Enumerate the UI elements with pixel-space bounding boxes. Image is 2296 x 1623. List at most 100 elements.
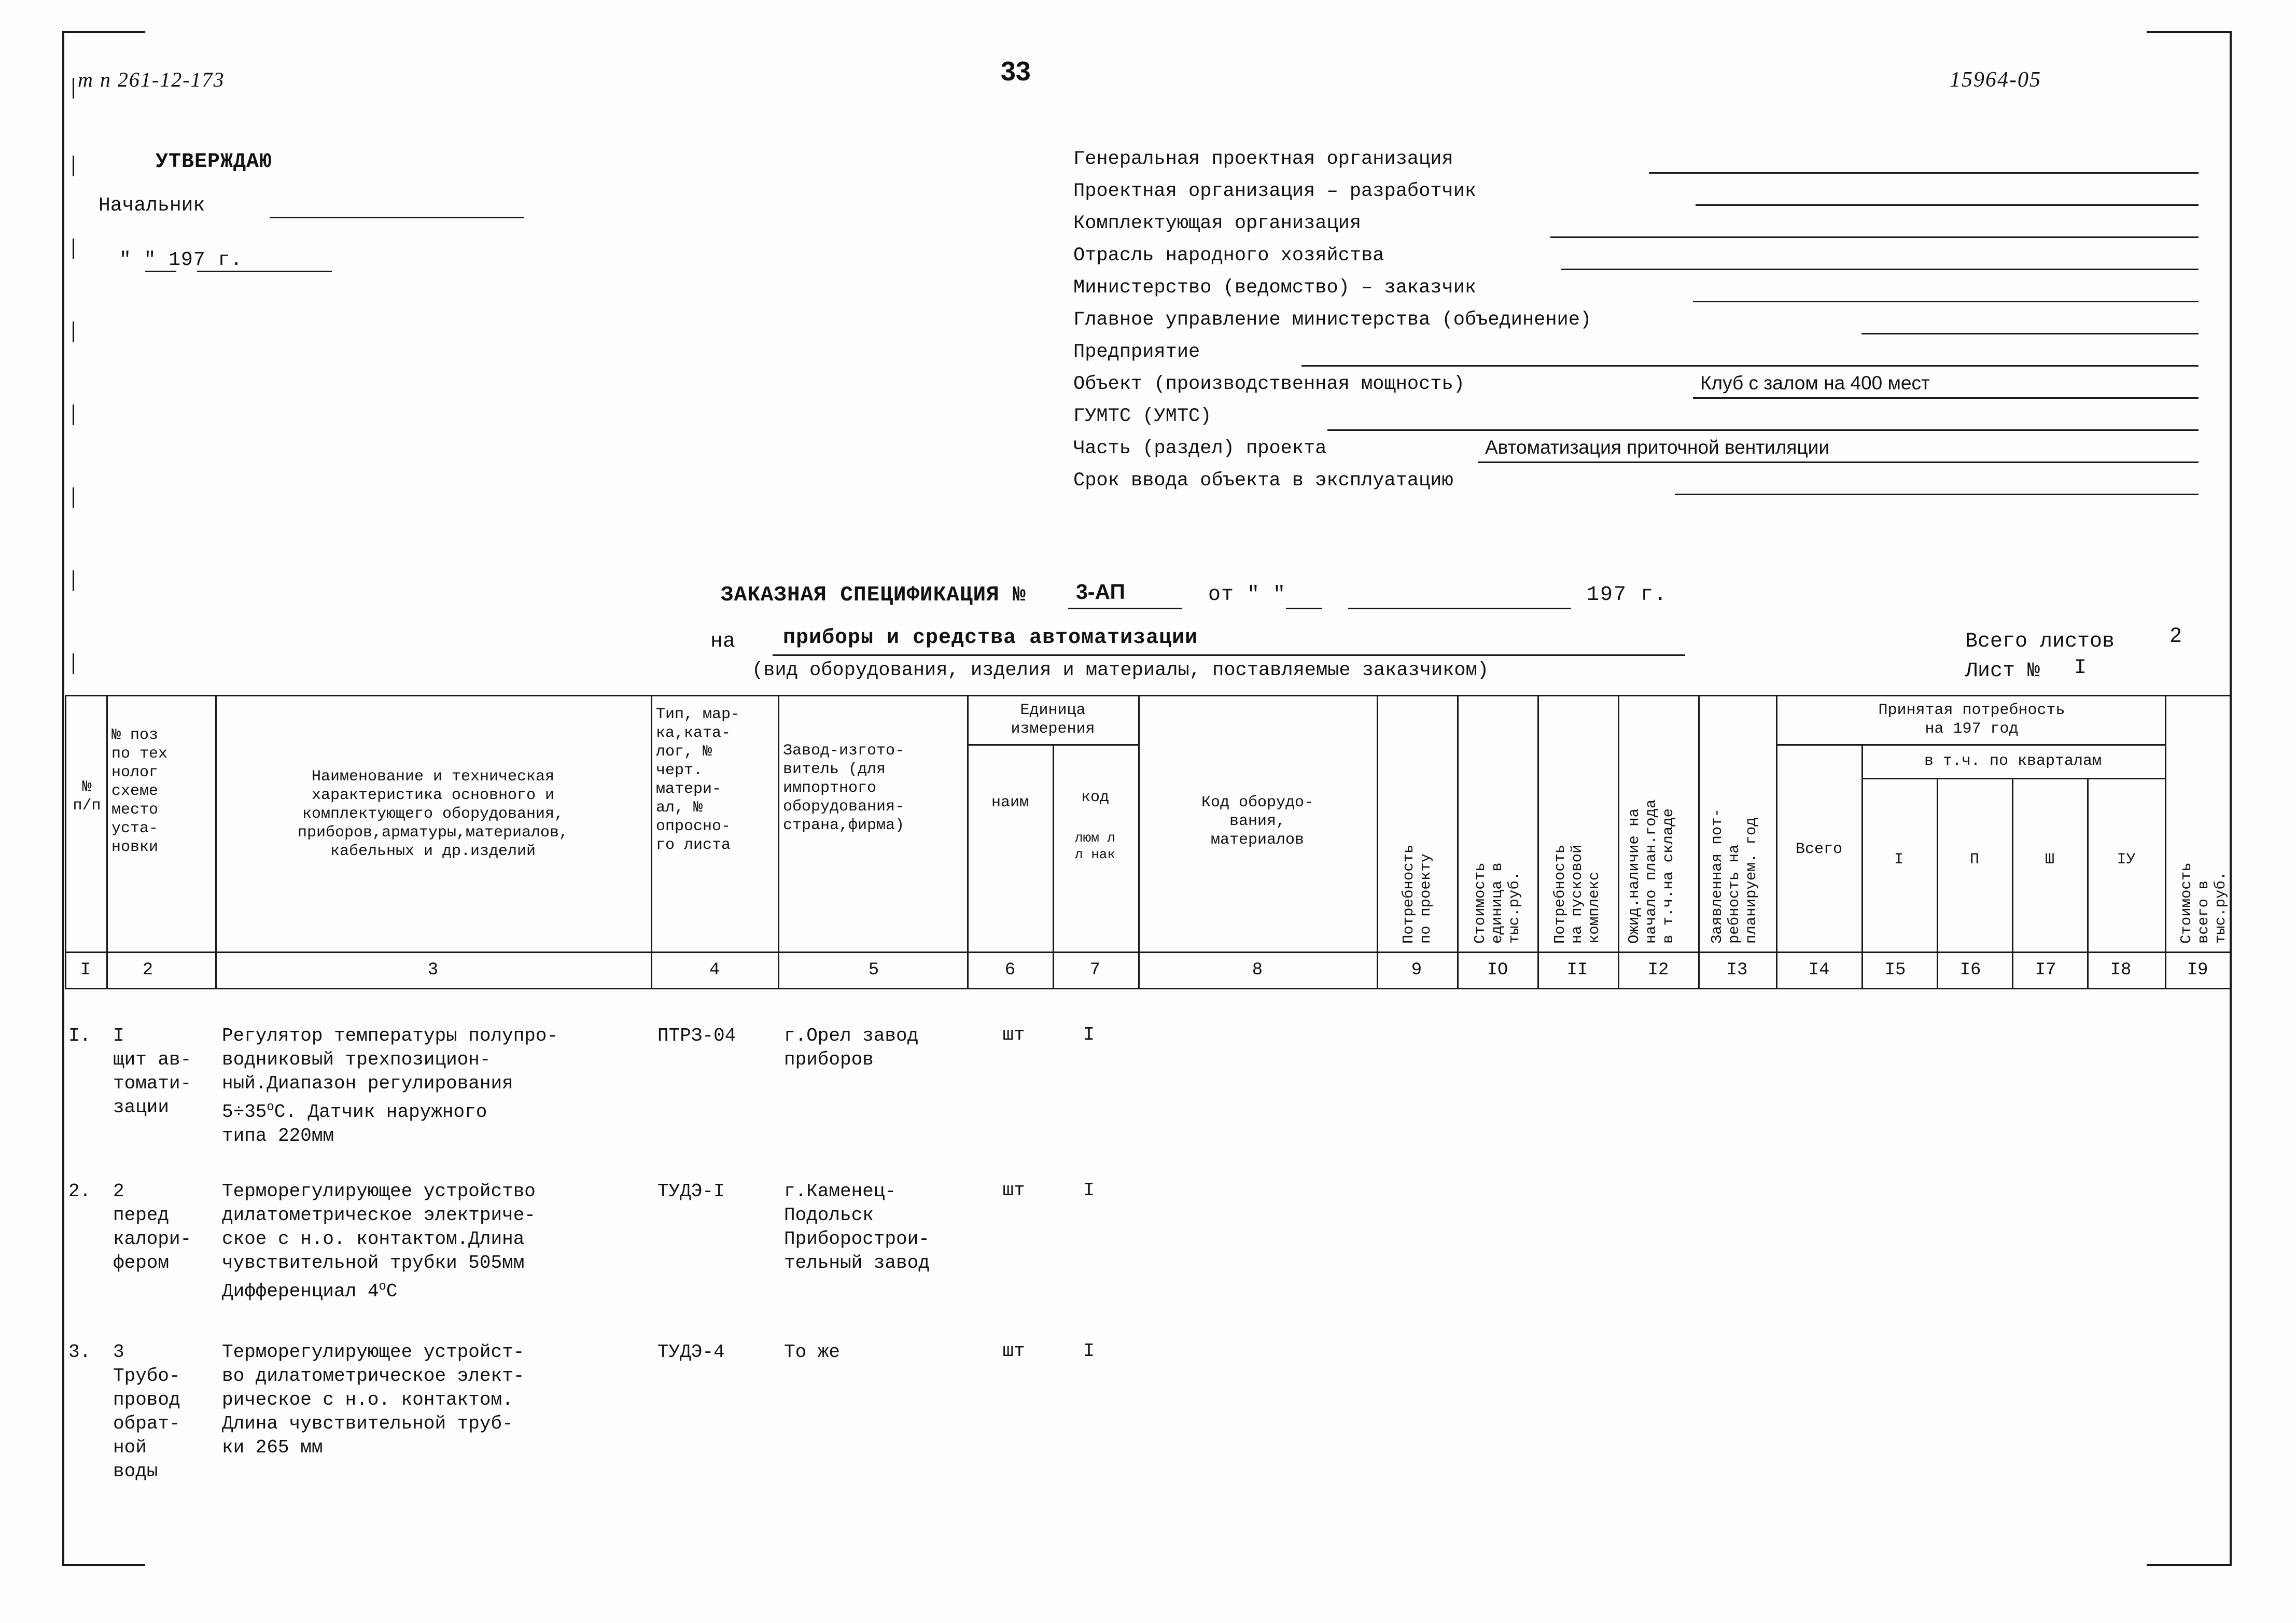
org-field-row: Проектная организация – разработчик xyxy=(1073,177,2204,209)
org-field-label: Объект (производственная мощность) xyxy=(1073,373,1465,395)
spec-subject-note: (вид оборудования, изделия и материалы, … xyxy=(752,660,1489,681)
colnum-6: 6 xyxy=(1004,960,1016,980)
table-header-bottom xyxy=(65,952,2231,953)
col-sep-10 xyxy=(1537,695,1539,988)
col-sep-19 xyxy=(2230,695,2231,988)
header-col-10: Стоимость единица в тыс.руб. xyxy=(1472,862,1523,944)
row-code: I xyxy=(1083,1180,1095,1201)
spec-na-label: на xyxy=(710,630,736,653)
row-type: ТУДЭ-4 xyxy=(657,1341,725,1363)
frame-tick-4 xyxy=(73,321,74,342)
drawing-code-right: 15964-05 xyxy=(1950,68,2041,92)
colnum-4: 4 xyxy=(709,960,720,980)
org-field-line[interactable] xyxy=(1550,236,2199,238)
row-name: Терморегулирующее устройст- во дилатомет… xyxy=(222,1341,525,1458)
col-sep-7 xyxy=(1138,695,1140,988)
colnum-13: I3 xyxy=(1726,960,1748,980)
degree-sign: o xyxy=(267,1100,274,1114)
row-unit: шт xyxy=(1002,1340,1025,1362)
org-field-row: Генеральная проектная организация xyxy=(1073,145,2204,177)
table-colnum-bottom xyxy=(65,988,2231,989)
org-field-line[interactable] xyxy=(1861,333,2199,334)
org-field-line[interactable] xyxy=(1327,429,2199,431)
colnum-8: 8 xyxy=(1252,960,1263,980)
chief-signature-line xyxy=(270,217,524,218)
spec-year-label: 197 г. xyxy=(1587,583,1668,607)
org-field-row: Объект (производственная мощность) Клуб с… xyxy=(1073,370,2204,402)
org-field-line[interactable] xyxy=(1478,461,2199,463)
org-field-label: Отрасль народного хозяйства xyxy=(1073,245,1384,267)
spec-date-label: от " " xyxy=(1208,583,1286,607)
frame-tick-1 xyxy=(73,78,74,99)
header-col-19: Стоимость всего в тыс.руб. xyxy=(2178,862,2229,944)
spec-date-day-line xyxy=(1286,608,1322,609)
approve-title: УТВЕРЖДАЮ xyxy=(156,150,273,174)
col-sep-3 xyxy=(651,695,652,988)
org-field-label: Генеральная проектная организация xyxy=(1073,148,1453,170)
approve-day-line xyxy=(145,271,176,272)
org-field-label: ГУМТС (УМТС) xyxy=(1073,405,1212,427)
header-col-3: Наименование и техническая характеристик… xyxy=(297,768,569,860)
sheet-number-label: Лист № xyxy=(1965,660,2040,683)
colnum-18: I8 xyxy=(2110,960,2132,980)
frame-bottom-right xyxy=(2147,1564,2232,1566)
header-col-13: Заявленная пот- ребность на планируем. г… xyxy=(1709,808,1760,944)
row-code: I xyxy=(1083,1024,1095,1045)
org-field-label: Проектная организация – разработчик xyxy=(1073,180,1477,202)
sheet-number-value: I xyxy=(2074,656,2087,680)
page-number: 33 xyxy=(1001,57,1031,87)
row-code: I xyxy=(1083,1340,1095,1362)
org-field-label: Министерство (ведомство) – заказчик xyxy=(1073,277,1477,299)
frame-top-left xyxy=(62,31,145,33)
header-col-8: Код оборудо- вания, материалов xyxy=(1201,794,1314,849)
org-field-line[interactable] xyxy=(1301,365,2199,367)
row-number: 3. xyxy=(68,1341,91,1363)
frame-tick-6 xyxy=(73,487,74,508)
header-col-17: Ш xyxy=(2045,851,2054,869)
header-col-6: наим xyxy=(991,794,1029,812)
colnum-7: 7 xyxy=(1089,960,1101,980)
colnum-9: 9 xyxy=(1411,960,1422,980)
row-position: 3 Трубо- провод обрат- ной воды xyxy=(113,1341,180,1482)
header-quarters-group: в т.ч. по кварталам xyxy=(1924,752,2102,770)
row-factory: г.Орел завод приборов xyxy=(784,1025,919,1070)
header-col-7-sub: люм л л нак xyxy=(1074,830,1115,862)
frame-bottom-left xyxy=(62,1564,145,1566)
header-col-4: Тип, мар- ка,ката- лог, № черт. матери- … xyxy=(656,706,740,854)
frame-tick-5 xyxy=(73,404,74,425)
org-field-label: Главное управление министерства (объедин… xyxy=(1073,309,1592,331)
org-field-line[interactable] xyxy=(1693,397,2199,399)
colnum-16: I6 xyxy=(1959,960,1981,980)
organization-fields: Генеральная проектная организация Проектн… xyxy=(1073,145,2204,499)
frame-left-edge xyxy=(62,31,64,1566)
colnum-1: I xyxy=(80,960,91,980)
colnum-3: 3 xyxy=(427,960,439,980)
colnum-5: 5 xyxy=(868,960,879,980)
org-field-line[interactable] xyxy=(1675,494,2199,495)
table-top-border xyxy=(65,695,2231,696)
approve-date-label: " " 197 г. xyxy=(119,249,243,271)
header-col-15: I xyxy=(1894,851,1903,869)
col-sep-18 xyxy=(2165,695,2166,988)
table-group-line-accepted xyxy=(1776,744,2165,746)
document-sheet: т п 261-12-173 33 15964-05 УТВЕРЖДАЮ Нач… xyxy=(0,0,2296,1623)
header-col-14: Всего xyxy=(1795,841,1842,858)
row-number: I. xyxy=(68,1025,91,1046)
frame-tick-8 xyxy=(73,653,74,674)
org-field-label: Предприятие xyxy=(1073,341,1200,363)
row-name: Терморегулирующее устройство дилатометри… xyxy=(222,1181,536,1302)
header-col-16: П xyxy=(1969,851,1979,869)
header-col-7: код xyxy=(1081,789,1109,806)
org-field-row: Отрасль народного хозяйства xyxy=(1073,242,2204,274)
spec-subject-value: приборы и средства автоматизации xyxy=(783,626,1198,650)
org-field-line[interactable] xyxy=(1693,301,2199,302)
header-units-group: Единица измерения xyxy=(1011,702,1095,738)
org-field-line[interactable] xyxy=(1649,172,2199,174)
frame-tick-7 xyxy=(73,570,74,591)
org-field-label: Срок ввода объекта в эксплуатацию xyxy=(1073,470,1453,492)
header-col-5: Завод-изгото- витель (для импортного обо… xyxy=(783,742,905,834)
org-field-line[interactable] xyxy=(1696,204,2199,206)
org-field-value: Автоматизация приточной вентиляции xyxy=(1485,437,1829,458)
org-field-row: Предприятие xyxy=(1073,338,2204,370)
org-field-line[interactable] xyxy=(1561,269,2199,270)
